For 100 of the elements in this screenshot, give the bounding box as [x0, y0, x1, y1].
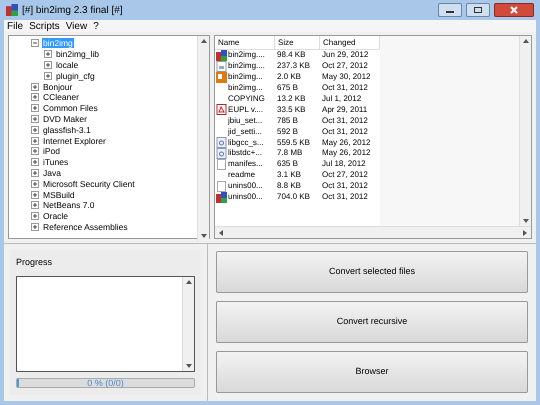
- expand-icon[interactable]: [31, 147, 39, 156]
- tree-item[interactable]: bin2img_lib: [55, 49, 100, 60]
- group-title: Progress: [16, 256, 54, 269]
- expand-icon[interactable]: [44, 72, 52, 80]
- menu-item[interactable]: View: [66, 18, 88, 34]
- tree-item[interactable]: MSBuild: [42, 190, 76, 200]
- tree-item[interactable]: NetBeans 7.0: [42, 200, 96, 210]
- tree-item[interactable]: CCleaner: [42, 92, 80, 102]
- cube-icon: [216, 50, 227, 61]
- file-date: Oct 31, 2012: [322, 181, 368, 190]
- file-size: 33.5 KB: [277, 104, 306, 114]
- file-size: 675 B: [277, 83, 298, 92]
- file-size: 2.0 KB: [277, 72, 302, 82]
- vertical-scrollbar[interactable]: [182, 276, 194, 370]
- maximize-button[interactable]: [466, 3, 490, 17]
- expand-icon[interactable]: [31, 114, 39, 123]
- tree-item[interactable]: iTunes: [42, 157, 70, 168]
- expand-icon[interactable]: [31, 212, 39, 220]
- scroll-down-arrow-icon[interactable]: [200, 234, 206, 238]
- action-button[interactable]: Convert recursive: [216, 301, 528, 343]
- file-size: 8.8 KB: [277, 181, 302, 190]
- column-header[interactable]: Name: [215, 36, 275, 49]
- expand-icon[interactable]: [31, 222, 39, 231]
- tree-item[interactable]: Common Files: [42, 103, 99, 114]
- tree-item[interactable]: DVD Maker: [42, 114, 88, 124]
- file-date: Apr 29, 2011: [322, 104, 368, 114]
- file-name[interactable]: COPYING: [228, 93, 265, 106]
- file-name[interactable]: jbiu_set...: [228, 114, 262, 127]
- action-button[interactable]: Convert selected files: [216, 251, 528, 293]
- cube-icon: [216, 192, 227, 203]
- tree-item[interactable]: glassfish-3.1: [42, 124, 92, 135]
- scroll-down-arrow-icon[interactable]: [522, 219, 528, 223]
- scroll-up-arrow-icon[interactable]: [522, 39, 528, 43]
- file-date: Jul 18, 2012: [322, 159, 366, 168]
- tree-item[interactable]: Microsoft Security Client: [42, 178, 136, 189]
- scroll-up-arrow-icon[interactable]: [200, 39, 206, 43]
- scroll-up-arrow-icon[interactable]: [186, 280, 192, 284]
- close-button[interactable]: [494, 3, 534, 17]
- vertical-scrollbar[interactable]: [197, 36, 209, 241]
- tree-item[interactable]: Internet Explorer: [42, 136, 107, 146]
- file-name[interactable]: EUPL v....: [228, 104, 264, 116]
- expand-icon[interactable]: [31, 158, 39, 166]
- file-name[interactable]: libgcc_s...: [228, 136, 264, 149]
- file-size: 559.5 KB: [277, 138, 310, 147]
- tree-item[interactable]: Java: [42, 168, 62, 178]
- file-date: May 30, 2012: [322, 72, 370, 82]
- file-size: 13.2 KB: [277, 94, 306, 104]
- expand-icon[interactable]: [31, 201, 39, 210]
- scroll-down-arrow-icon[interactable]: [186, 364, 192, 368]
- horizontal-scrollbar[interactable]: [215, 226, 531, 238]
- file-name[interactable]: bin2img....: [228, 60, 265, 72]
- tree-item[interactable]: Bonjour: [42, 82, 74, 92]
- file-size: 237.3 KB: [277, 61, 310, 70]
- file-name[interactable]: bin2img...: [228, 82, 263, 94]
- expand-icon[interactable]: [31, 126, 39, 134]
- expand-icon[interactable]: [44, 50, 52, 58]
- tree-item[interactable]: Oracle: [42, 211, 70, 222]
- file-date: May 26, 2012: [322, 148, 370, 158]
- file-name[interactable]: bin2img...: [228, 71, 263, 84]
- scroll-right-arrow-icon[interactable]: [523, 230, 527, 236]
- collapse-icon[interactable]: [31, 39, 39, 48]
- file-date: Jul 1, 2012: [322, 94, 362, 104]
- file-size: 3.1 KB: [277, 170, 302, 180]
- expand-icon[interactable]: [44, 60, 52, 69]
- file-name[interactable]: manifes...: [228, 158, 263, 170]
- file-name[interactable]: readme: [228, 169, 256, 182]
- file-name[interactable]: libstdc+...: [228, 147, 262, 160]
- file-name[interactable]: jid_setti...: [228, 126, 262, 138]
- tree-item[interactable]: iPod: [42, 146, 62, 156]
- expand-icon[interactable]: [31, 168, 39, 177]
- menu-item[interactable]: Scripts: [29, 18, 60, 34]
- menu-item[interactable]: File: [7, 18, 24, 34]
- tree-item[interactable]: Reference Assemblies: [42, 222, 129, 232]
- file-date: Oct 31, 2012: [322, 83, 368, 92]
- vertical-scrollbar[interactable]: [519, 36, 531, 226]
- window-title: [#] bin2img 2.3 final [#]: [22, 4, 124, 18]
- file-name[interactable]: unins00...: [228, 191, 263, 204]
- expand-icon[interactable]: [31, 93, 39, 102]
- menu-item[interactable]: ?: [93, 18, 99, 34]
- scroll-left-arrow-icon[interactable]: [219, 230, 223, 236]
- file-name[interactable]: unins00...: [228, 180, 263, 192]
- file-date: Oct 27, 2012: [322, 61, 368, 70]
- action-button[interactable]: Browser: [216, 351, 528, 393]
- file-size: 635 B: [277, 159, 298, 168]
- column-header[interactable]: Size: [275, 36, 320, 49]
- expand-icon[interactable]: [31, 190, 39, 199]
- expand-icon[interactable]: [31, 180, 39, 188]
- file-date: Oct 27, 2012: [322, 170, 368, 180]
- file-name[interactable]: bin2img....: [228, 49, 265, 62]
- minimize-button[interactable]: [438, 3, 462, 17]
- file-date: Jun 29, 2012: [322, 50, 368, 60]
- file-date: Oct 31, 2012: [322, 192, 368, 202]
- progress-reading: 0 % (0/0): [86, 378, 125, 386]
- expand-icon[interactable]: [31, 104, 39, 112]
- expand-icon[interactable]: [31, 82, 39, 91]
- file-size: 592 B: [277, 126, 298, 136]
- cube-icon: [6, 4, 18, 16]
- tree-item[interactable]: plugin_cfg: [55, 70, 96, 81]
- tree-item[interactable]: locale: [55, 60, 80, 70]
- expand-icon[interactable]: [31, 136, 39, 145]
